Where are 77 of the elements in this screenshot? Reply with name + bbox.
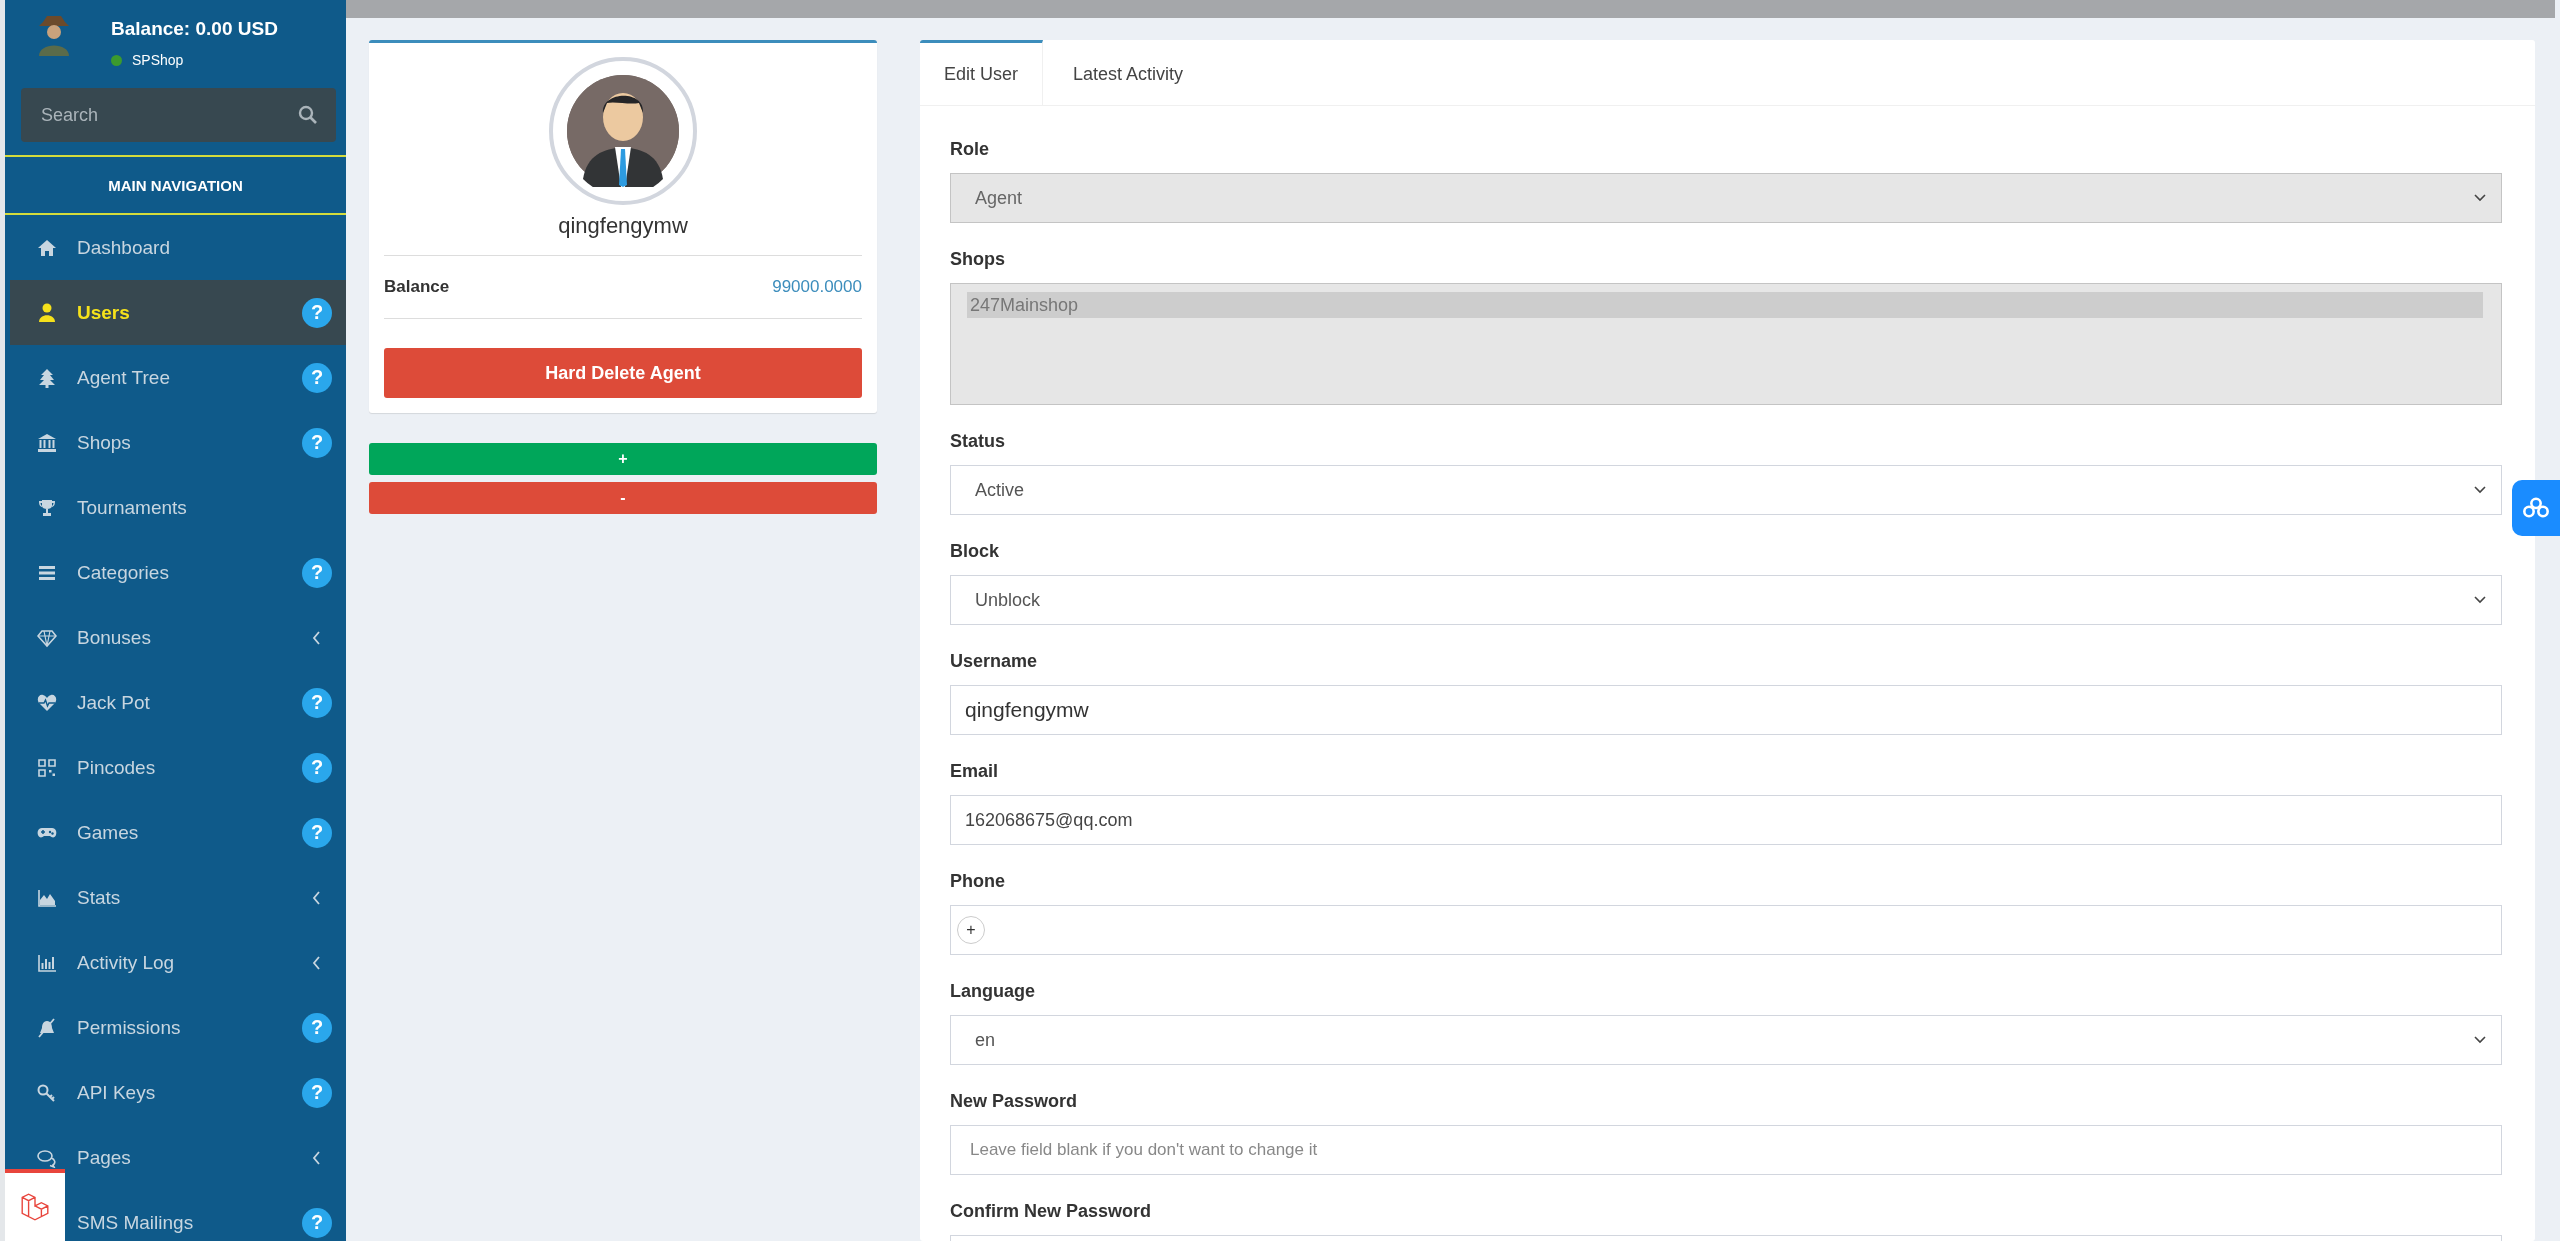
tree-icon	[37, 367, 57, 388]
debug-button[interactable]	[5, 1169, 65, 1241]
nav-item[interactable]: Agent Tree ?	[5, 345, 346, 410]
help-badge[interactable]: ?	[302, 817, 332, 848]
bank-icon	[37, 432, 57, 453]
chevron-down-icon	[2473, 1035, 2487, 1045]
nav-item[interactable]: Categories ?	[5, 540, 346, 605]
circles-icon	[2522, 496, 2550, 520]
select-field[interactable]: en	[950, 1015, 2502, 1065]
help-badge[interactable]: ?	[302, 362, 332, 393]
input-field[interactable]: 162068675@qq.com	[950, 795, 2502, 845]
help-badge[interactable]: ?	[302, 752, 332, 783]
trophy-icon	[37, 497, 57, 518]
nav-item[interactable]: Users ?	[10, 280, 346, 345]
nav-item[interactable]: API Keys ?	[5, 1060, 346, 1125]
nav-item[interactable]: Shops ?	[5, 410, 346, 475]
select-field[interactable]: Active	[950, 465, 2502, 515]
phone-field[interactable]: +	[950, 905, 2502, 955]
user-icon	[37, 302, 57, 323]
nav-item[interactable]: Stats	[5, 865, 346, 930]
field-label: New Password	[950, 1091, 1079, 1113]
balance-label: Balance	[384, 277, 450, 297]
field-label: Block	[950, 541, 1001, 563]
home-icon	[37, 237, 57, 258]
help-badge[interactable]: ?	[302, 557, 332, 588]
search-icon	[298, 105, 318, 125]
field-label: Shops	[950, 249, 1006, 271]
nav-item[interactable]: Pages	[5, 1125, 346, 1190]
input-field[interactable]: qingfengymw	[950, 685, 2502, 735]
password-field[interactable]: Leave field blank if you don't want to change it	[950, 1125, 2502, 1175]
field-label: Language	[950, 981, 1036, 1003]
help-badge[interactable]: ?	[302, 1012, 332, 1043]
nav-item[interactable]: SMS Mailings ?	[65, 1190, 346, 1241]
field-label: Confirm New Password	[950, 1201, 1153, 1223]
field-label: Phone	[950, 871, 1006, 893]
tab[interactable]: Latest Activity	[1043, 40, 1214, 105]
balance-value: 99000.0000	[772, 277, 862, 297]
nav-item[interactable]: Permissions ?	[5, 995, 346, 1060]
search-field[interactable]: Search	[21, 88, 336, 142]
help-badge[interactable]: ?	[302, 427, 332, 458]
section-header: MAIN NAVIGATION	[108, 176, 243, 194]
help-badge[interactable]: ?	[302, 297, 332, 328]
field-label: Username	[950, 651, 1039, 673]
nav-item[interactable]: Games ?	[5, 800, 346, 865]
cloud-button[interactable]	[2512, 480, 2560, 536]
username-text: qingfengymw	[558, 213, 688, 239]
nav-item[interactable]: Activity Log	[5, 930, 346, 995]
chevron-down-icon	[2473, 485, 2487, 495]
subtract-button[interactable]: -	[369, 482, 877, 514]
delete-button[interactable]: Hard Delete Agent	[384, 348, 862, 398]
key-icon	[37, 1082, 57, 1103]
area-chart-icon	[37, 887, 57, 908]
bar-chart-icon	[37, 952, 57, 973]
cubes-icon	[19, 1191, 51, 1223]
help-badge[interactable]: ?	[302, 687, 332, 718]
nav-item[interactable]: Jack Pot ?	[5, 670, 346, 735]
nav-item[interactable]: Tournaments	[5, 475, 346, 540]
heartbeat-icon	[37, 692, 57, 713]
tab[interactable]: Edit User	[920, 40, 1044, 105]
chevron-down-icon	[2473, 193, 2487, 203]
shop-name: SPShop	[132, 52, 184, 68]
nav-item[interactable]: Bonuses	[5, 605, 346, 670]
select-field[interactable]: Unblock	[950, 575, 2502, 625]
bell-slash-icon	[37, 1017, 57, 1038]
nav-item[interactable]: Pincodes ?	[5, 735, 346, 800]
nav-item[interactable]: Dashboard	[5, 215, 346, 280]
field-label: Email	[950, 761, 1000, 783]
chevron-down-icon	[2473, 595, 2487, 605]
balance-text: Balance: 0.00 USD	[111, 18, 278, 40]
help-badge[interactable]: ?	[302, 1207, 332, 1238]
field-label: Status	[950, 431, 1006, 453]
field-label: Role	[950, 139, 990, 161]
grid-icon	[37, 757, 57, 778]
chat-icon	[37, 1147, 57, 1168]
diamond-icon	[37, 627, 57, 648]
help-badge[interactable]: ?	[302, 1077, 332, 1108]
add-button[interactable]: +	[369, 443, 877, 475]
